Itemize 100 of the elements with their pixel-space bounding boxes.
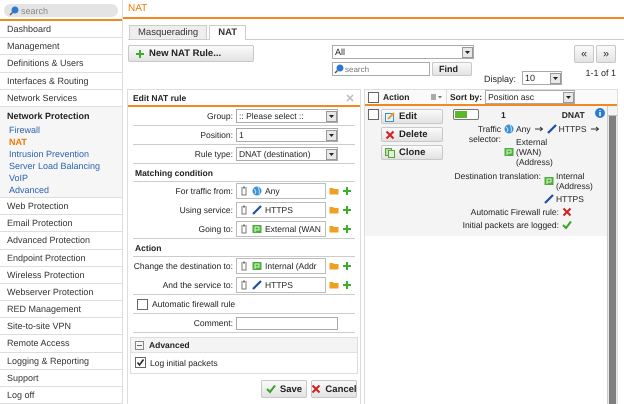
- section-heading: Advanced: [149, 340, 190, 350]
- pager-button[interactable]: »: [596, 45, 616, 63]
- collapse-toggle-icon[interactable]: [135, 340, 144, 350]
- object-field[interactable]: Any: [236, 183, 326, 199]
- sidebar-item[interactable]: Wireless Protection: [0, 266, 122, 284]
- detail-label: Initial packets are logged:: [462, 220, 559, 230]
- checkbox[interactable]: [135, 357, 146, 368]
- field-label: And the service to:: [162, 280, 234, 290]
- sidebar-item[interactable]: Logging & Reporting: [0, 352, 122, 370]
- plus-icon[interactable]: [135, 48, 145, 58]
- sidebar-item[interactable]: Dashboard: [0, 21, 122, 38]
- columns-menu-icon[interactable]: [431, 92, 443, 102]
- new-rule-button[interactable]: New NAT Rule...: [128, 45, 254, 62]
- trash-icon[interactable]: [239, 186, 249, 196]
- sidebar-item[interactable]: Definitions & Users: [0, 55, 122, 73]
- delete-button[interactable]: Delete: [381, 127, 443, 142]
- close-icon[interactable]: [345, 92, 355, 102]
- trash-icon[interactable]: [239, 261, 249, 271]
- object-name: HTTPS: [558, 124, 587, 134]
- detail-label: Traffic selector:: [468, 124, 502, 144]
- field-label: Change the destination to:: [133, 261, 234, 271]
- copy-icon: [385, 148, 395, 158]
- plus-icon[interactable]: [342, 205, 352, 215]
- detail-label: Automatic Firewall rule:: [470, 207, 559, 217]
- sidebar-item[interactable]: Endpoint Protection: [0, 250, 122, 267]
- field-label: Going to:: [198, 224, 234, 234]
- page-title: NAT: [128, 3, 148, 14]
- filter-dropdown[interactable]: All: [332, 45, 474, 59]
- plus-icon[interactable]: [342, 186, 352, 196]
- rule-type: DNAT: [562, 110, 585, 120]
- checkbox[interactable]: [368, 92, 379, 102]
- checkbox-label: Automatic firewall rule: [152, 299, 236, 309]
- sidebar-subitem[interactable]: Server Load Balancing: [0, 160, 122, 172]
- sidebar-item[interactable]: Log off: [0, 387, 122, 404]
- field-label: Comment:: [192, 318, 234, 328]
- trash-icon[interactable]: [239, 205, 249, 215]
- search-field[interactable]: search: [332, 62, 430, 76]
- sort-dropdown[interactable]: Position asc: [485, 90, 576, 104]
- sidebar-item[interactable]: Remote Access: [0, 335, 122, 353]
- search-field[interactable]: search: [4, 4, 118, 17]
- checkbox[interactable]: [368, 109, 379, 120]
- object-field[interactable]: HTTPS: [236, 277, 326, 293]
- sidebar-item[interactable]: RED Management: [0, 301, 122, 318]
- pen-icon: [252, 205, 262, 215]
- pen-icon: [546, 124, 557, 134]
- trash-icon[interactable]: [239, 224, 249, 234]
- sidebar-item[interactable]: Management: [0, 38, 122, 56]
- sidebar-item[interactable]: Support: [0, 370, 122, 387]
- column-header: Action: [383, 92, 410, 102]
- arrow-icon: [534, 124, 544, 134]
- checkbox[interactable]: [137, 298, 148, 310]
- object-field[interactable]: External (WAN: [236, 221, 326, 237]
- sidebar-subitem[interactable]: Intrusion Prevention: [0, 148, 122, 160]
- sidebar-item[interactable]: Web Protection: [0, 198, 122, 216]
- dropdown[interactable]: DNAT (destination): [236, 147, 338, 161]
- field-label: For traffic from:: [174, 186, 234, 196]
- checkbox-label: Log initial packets: [150, 358, 218, 368]
- sidebar-subitem[interactable]: Firewall: [0, 124, 122, 136]
- field-label: Using service:: [178, 205, 234, 215]
- tab[interactable]: Masquerading: [129, 25, 208, 39]
- comment-field[interactable]: [236, 316, 338, 330]
- trash-icon[interactable]: [239, 280, 249, 290]
- page-range: 1-1 of 1: [585, 68, 616, 78]
- object-field[interactable]: HTTPS: [236, 202, 326, 218]
- cross-icon: [385, 130, 395, 140]
- scrollbar[interactable]: [607, 106, 617, 404]
- flag-icon: [544, 176, 554, 186]
- info-icon[interactable]: [595, 108, 605, 118]
- save-button[interactable]: Save: [261, 380, 307, 398]
- pen-icon: [252, 280, 262, 290]
- plus-icon[interactable]: [342, 280, 352, 290]
- tab[interactable]: NAT: [209, 25, 246, 40]
- dropdown[interactable]: 1: [236, 128, 338, 142]
- display-dropdown[interactable]: 10: [522, 71, 562, 85]
- pen-icon: [544, 194, 554, 204]
- pencil-icon: [385, 112, 395, 122]
- object-name: Any: [516, 124, 531, 134]
- flag-icon: [252, 261, 262, 271]
- sidebar-item[interactable]: Site-to-site VPN: [0, 318, 122, 336]
- sidebar-subitem[interactable]: Advanced: [0, 184, 122, 196]
- display-label: Display:: [484, 74, 516, 85]
- sidebar-item[interactable]: Network Protection: [0, 106, 122, 124]
- clone-button[interactable]: Clone: [381, 145, 443, 160]
- object-name: Internal (Address): [556, 171, 594, 191]
- edit-button[interactable]: Edit: [381, 109, 443, 124]
- pager-button[interactable]: «: [574, 45, 594, 63]
- sidebar-item[interactable]: Webserver Protection: [0, 284, 122, 302]
- find-button[interactable]: Find: [432, 62, 472, 76]
- sidebar-subitem[interactable]: VoIP: [0, 172, 122, 184]
- cancel-button[interactable]: Cancel: [311, 380, 357, 398]
- field-label: Rule type:: [194, 149, 234, 159]
- search-icon: [9, 6, 19, 16]
- sidebar-item[interactable]: Interfaces & Routing: [0, 72, 122, 90]
- sidebar-item[interactable]: Email Protection: [0, 215, 122, 232]
- plus-icon[interactable]: [342, 261, 352, 271]
- object-field[interactable]: Internal (Addr: [236, 258, 326, 274]
- sidebar-item[interactable]: Advanced Protection: [0, 232, 122, 250]
- dropdown[interactable]: :: Please select ::: [236, 109, 338, 123]
- toggle-switch[interactable]: [453, 109, 479, 120]
- plus-icon[interactable]: [342, 224, 352, 234]
